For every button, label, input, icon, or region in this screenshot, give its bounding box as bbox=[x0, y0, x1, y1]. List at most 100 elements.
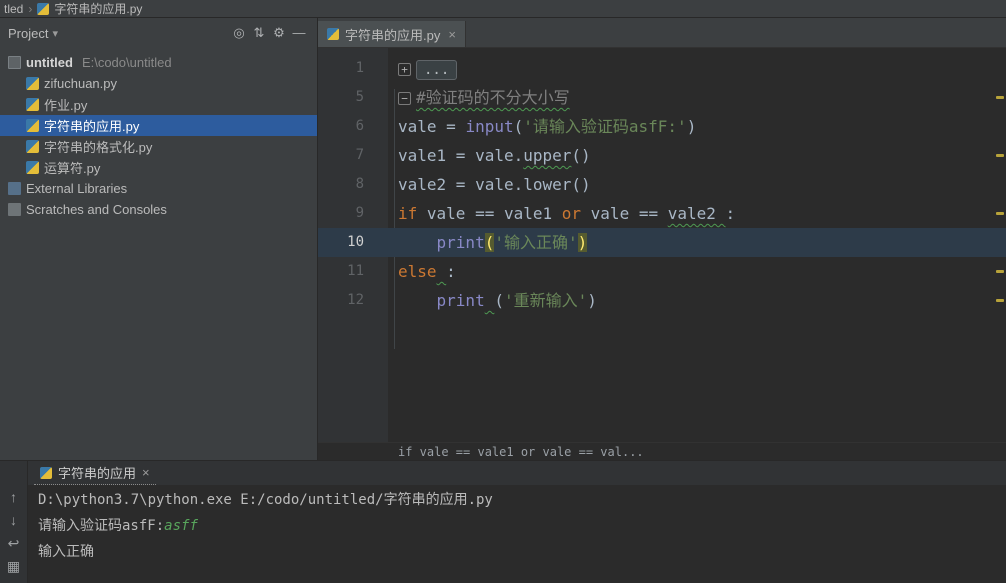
code-line[interactable]: 8 vale2 = vale.lower() bbox=[318, 170, 1006, 199]
code-line[interactable]: 9 if vale == vale1 or vale == vale2 : bbox=[318, 199, 1006, 228]
tool-windows-icon[interactable]: ▦ bbox=[7, 558, 20, 574]
tree-item[interactable]: 作业.py bbox=[0, 94, 317, 115]
line-number[interactable]: 12 bbox=[318, 286, 388, 315]
warning-stripe-mark[interactable] bbox=[996, 270, 1004, 273]
tree-item-label: zifuchuan.py bbox=[44, 76, 117, 91]
code-line[interactable]: 5− #验证码的不分大小写 bbox=[318, 83, 1006, 112]
run-tab-label: 字符串的应用 bbox=[58, 466, 137, 481]
main-area: Project ▾ ◎ ⇅ ⚙ — untitled E:\codo\untitled z… bbox=[0, 18, 1006, 460]
warning-stripe-mark[interactable] bbox=[996, 299, 1004, 302]
code-text: − #验证码的不分大小写 bbox=[388, 83, 570, 112]
line-number[interactable]: 8 bbox=[318, 170, 388, 199]
line-number[interactable]: 10 bbox=[318, 228, 388, 257]
project-panel-title[interactable]: Project bbox=[8, 26, 48, 41]
code-text: else : bbox=[388, 257, 456, 286]
fold-plus-icon[interactable]: + bbox=[398, 63, 411, 76]
breadcrumb-separator-icon: › bbox=[28, 1, 33, 16]
run-tab-bar: 字符串的应用 × bbox=[28, 461, 1006, 485]
close-icon[interactable]: × bbox=[448, 27, 456, 42]
line-number[interactable]: 5 bbox=[318, 83, 388, 112]
hide-panel-icon[interactable]: — bbox=[289, 25, 309, 41]
code-text: print('输入正确') bbox=[388, 228, 588, 257]
breadcrumb-root[interactable]: tled bbox=[4, 2, 23, 16]
code-text: print ('重新输入') bbox=[388, 286, 597, 315]
fold-minus-icon[interactable]: − bbox=[398, 92, 411, 105]
down-arrow-icon[interactable]: ↓ bbox=[10, 512, 17, 528]
py-icon bbox=[26, 98, 39, 111]
tree-item[interactable]: 字符串的应用.py bbox=[0, 115, 317, 136]
soft-wrap-icon[interactable]: ↩ bbox=[8, 535, 20, 551]
code-editor[interactable]: 1 +... 5− #验证码的不分大小写 6 vale = input('请输入验证码as… bbox=[318, 48, 1006, 442]
chevron-down-icon[interactable]: ▾ bbox=[52, 27, 58, 40]
token: or bbox=[561, 204, 582, 223]
tree-item-label: 字符串的应用.py bbox=[44, 119, 140, 134]
project-toolbar: ◎ ⇅ ⚙ — bbox=[229, 25, 309, 41]
tree-item-label: untitled bbox=[26, 55, 73, 70]
console-line: D:\python3.7\python.exe E:/codo/untitled… bbox=[38, 487, 1006, 513]
tree-item[interactable]: zifuchuan.py bbox=[0, 73, 317, 94]
folder-icon bbox=[8, 56, 21, 69]
token: ( bbox=[484, 233, 495, 252]
token: '请输入验证码asfF:' bbox=[523, 117, 687, 136]
up-arrow-icon[interactable]: ↑ bbox=[10, 489, 17, 505]
warning-stripe-mark[interactable] bbox=[996, 212, 1004, 215]
locate-icon[interactable]: ◎ bbox=[229, 25, 249, 41]
code-text: vale = input('请输入验证码asfF:') bbox=[388, 112, 696, 141]
tree-item[interactable]: Scratches and Consoles bbox=[0, 199, 317, 220]
line-number[interactable]: 7 bbox=[318, 141, 388, 170]
tree-item-label: 运算符.py bbox=[44, 161, 101, 176]
warning-stripe-mark[interactable] bbox=[996, 154, 1004, 157]
python-file-icon bbox=[40, 466, 52, 479]
navigation-bar: tled › 字符串的应用.py bbox=[0, 0, 1006, 18]
token: vale == vale1 bbox=[426, 204, 562, 223]
python-file-icon bbox=[37, 2, 50, 15]
close-icon[interactable]: × bbox=[142, 465, 150, 480]
editor-tab[interactable]: 字符串的应用.py × bbox=[318, 21, 466, 47]
tree-item-label: 作业.py bbox=[44, 98, 88, 113]
code-line[interactable]: 1 +... bbox=[318, 54, 1006, 83]
context-text: if vale == vale1 or vale == val... bbox=[398, 444, 644, 459]
token: '重新输入' bbox=[503, 291, 588, 310]
tree-item[interactable]: External Libraries bbox=[0, 178, 317, 199]
token: if bbox=[398, 204, 427, 223]
tree-item[interactable]: 字符串的格式化.py bbox=[0, 136, 317, 157]
token: ) bbox=[587, 291, 597, 310]
token: upper bbox=[523, 146, 572, 165]
line-number[interactable]: 9 bbox=[318, 199, 388, 228]
pycharm-window: tled › 字符串的应用.py Project ▾ ◎ ⇅ ⚙ — untitled… bbox=[0, 0, 1006, 583]
code-line[interactable]: 10 print('输入正确') bbox=[318, 228, 1006, 257]
line-number[interactable]: 1 bbox=[318, 54, 388, 83]
breadcrumb-file[interactable]: 字符串的应用.py bbox=[54, 0, 142, 17]
tree-item-path: E:\codo\untitled bbox=[81, 55, 172, 70]
token: '输入正确' bbox=[494, 233, 578, 252]
line-number[interactable]: 6 bbox=[318, 112, 388, 141]
token: vale2 bbox=[667, 204, 726, 223]
editor-tab-bar: 字符串的应用.py × bbox=[318, 18, 1006, 48]
run-tab[interactable]: 字符串的应用 × bbox=[34, 461, 156, 485]
error-stripe[interactable] bbox=[994, 48, 1006, 442]
tree-item[interactable]: untitled E:\codo\untitled bbox=[0, 52, 317, 73]
warning-stripe-mark[interactable] bbox=[996, 96, 1004, 99]
py-icon bbox=[26, 140, 39, 153]
token: print bbox=[436, 233, 485, 252]
token: ) bbox=[686, 117, 697, 136]
project-tree[interactable]: untitled E:\codo\untitled zifuchuan.py 作业.p… bbox=[0, 48, 317, 460]
code-line[interactable]: 11 else : bbox=[318, 257, 1006, 286]
settings-gear-icon[interactable]: ⚙ bbox=[269, 25, 289, 41]
token: () bbox=[571, 146, 591, 165]
code-text: +... bbox=[388, 54, 458, 83]
tree-item[interactable]: 运算符.py bbox=[0, 157, 317, 178]
run-main: 字符串的应用 × D:\python3.7\python.exe E:/codo… bbox=[28, 461, 1006, 583]
code-line[interactable]: 7 vale1 = vale.upper() bbox=[318, 141, 1006, 170]
code-line[interactable]: 6 vale = input('请输入验证码asfF:') bbox=[318, 112, 1006, 141]
collapse-all-icon[interactable]: ⇅ bbox=[249, 25, 269, 41]
console-output[interactable]: D:\python3.7\python.exe E:/codo/untitled… bbox=[28, 485, 1006, 583]
console-line: 输入正确 bbox=[38, 539, 1006, 565]
token: vale == bbox=[581, 204, 668, 223]
code-line[interactable]: 12 print ('重新输入') bbox=[318, 286, 1006, 315]
line-number[interactable]: 11 bbox=[318, 257, 388, 286]
